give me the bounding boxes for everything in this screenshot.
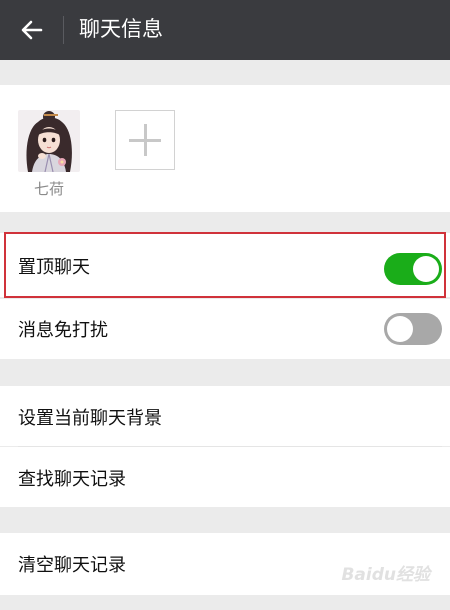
title-bar: 聊天信息 (0, 0, 450, 60)
watermark: Baidu经验 (341, 565, 430, 585)
pin-chat-label: 置顶聊天 (18, 257, 90, 278)
add-member-button[interactable] (115, 110, 175, 170)
arrow-left-icon (21, 20, 43, 40)
toggle-knob (387, 316, 413, 342)
pin-chat-row[interactable]: 置顶聊天 (0, 233, 450, 297)
pin-chat-toggle[interactable] (384, 253, 442, 285)
page-title: 聊天信息 (79, 17, 163, 41)
set-background-row[interactable]: 设置当前聊天背景 (0, 386, 450, 446)
find-history-row[interactable]: 查找聊天记录 (0, 447, 450, 507)
do-not-disturb-toggle[interactable] (384, 313, 442, 345)
find-history-label: 查找聊天记录 (18, 469, 126, 490)
clear-history-label: 清空聊天记录 (18, 555, 126, 576)
header-divider (63, 16, 64, 44)
do-not-disturb-row[interactable]: 消息免打扰 (0, 299, 450, 359)
do-not-disturb-label: 消息免打扰 (18, 320, 108, 341)
member-item[interactable]: 七荷 (18, 110, 80, 199)
girl-avatar (18, 110, 80, 172)
set-background-label: 设置当前聊天背景 (18, 408, 162, 429)
back-button[interactable] (12, 10, 52, 50)
member-name: 七荷 (33, 180, 64, 198)
toggle-knob (413, 256, 439, 282)
